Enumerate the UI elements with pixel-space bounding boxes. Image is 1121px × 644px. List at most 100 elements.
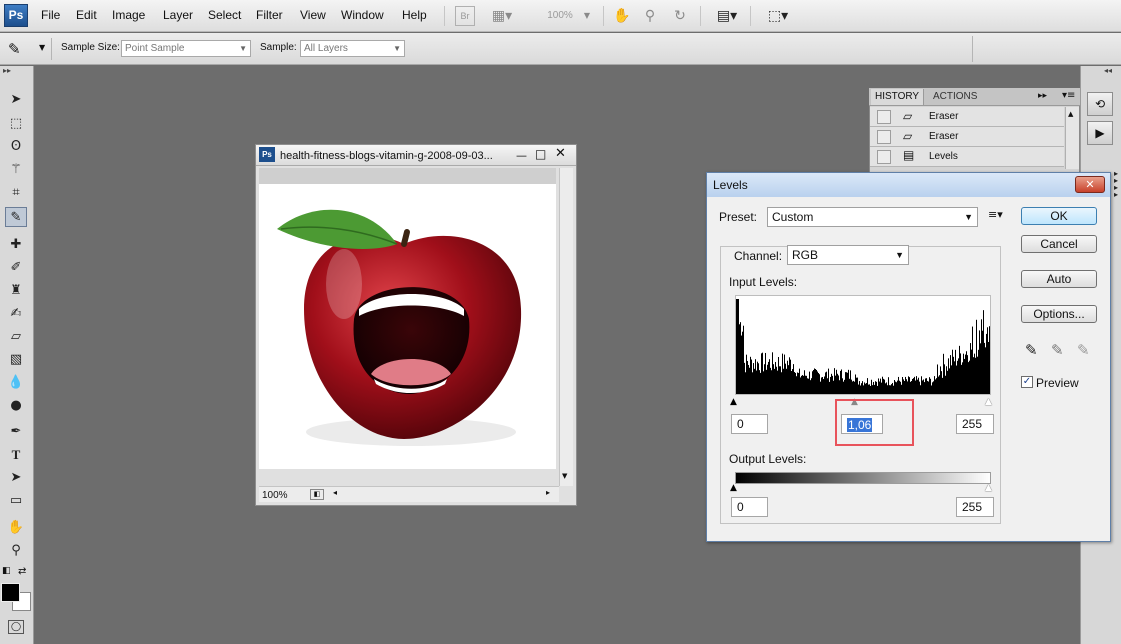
swap-colors-icon[interactable]: ⇄ [18, 566, 26, 577]
chevron-down-icon[interactable]: ▼ [582, 6, 592, 26]
options-button[interactable]: Options... [1021, 305, 1097, 323]
panel-collapse-icon[interactable]: ▸▸ [1038, 91, 1047, 101]
eyedropper-icon[interactable]: ✎ [8, 40, 21, 58]
blur-icon[interactable]: 💧 [5, 373, 27, 393]
output-white-slider[interactable]: ▲ [985, 484, 992, 493]
collapse-panel-icon[interactable]: ▸▸ [3, 66, 11, 75]
zoom-tool-icon[interactable]: ⚲ [640, 6, 660, 26]
preview-checkbox[interactable]: ✓ [1021, 376, 1033, 388]
history-snapshot-toggle[interactable] [877, 130, 891, 144]
output-white-field[interactable]: 255 [956, 497, 994, 517]
rotate-view-icon[interactable]: ↻ [670, 6, 690, 26]
hand-tool-icon[interactable]: ✋ [612, 6, 632, 26]
eraser-icon[interactable]: ▱ [5, 327, 27, 347]
arrange-documents-button[interactable]: ▤▾ [712, 6, 742, 26]
vertical-scrollbar[interactable] [559, 168, 573, 486]
dodge-icon[interactable]: ● [5, 396, 27, 416]
canvas-margin [259, 168, 556, 184]
auto-button[interactable]: Auto [1021, 270, 1097, 288]
hand-icon[interactable]: ✋ [5, 518, 27, 538]
maximize-icon[interactable]: □ [535, 147, 546, 161]
minimize-icon[interactable]: — [516, 149, 527, 162]
clone-stamp-icon[interactable]: ♜ [5, 281, 27, 301]
scroll-left-icon[interactable]: ◂ [333, 488, 337, 497]
default-colors-icon[interactable]: ◧ [2, 566, 11, 576]
history-item[interactable] [870, 107, 1064, 127]
brush-icon[interactable]: ✐ [5, 258, 27, 278]
eyedropper-icon[interactable]: ✎ [5, 207, 27, 227]
collapse-dock-icon[interactable]: ◂◂ [1104, 66, 1112, 75]
gradient-icon[interactable]: ▧ [5, 350, 27, 370]
status-info-icon[interactable]: ◧ [310, 489, 324, 500]
screen-mode-button[interactable]: ⬚▾ [760, 6, 796, 26]
lasso-icon[interactable]: ʘ [5, 137, 27, 157]
foreground-color-swatch[interactable] [1, 583, 20, 602]
history-panel-icon[interactable]: ⟲ [1087, 92, 1113, 116]
view-extras-button[interactable]: ▦▾ [488, 6, 516, 26]
marquee-icon[interactable]: ⬚ [5, 114, 27, 134]
history-brush-icon[interactable]: ✍ [5, 304, 27, 324]
white-eyedropper-icon[interactable]: ✎ [1077, 341, 1090, 359]
magic-wand-icon[interactable]: ⚚ [5, 160, 27, 180]
bridge-button[interactable]: Br [455, 6, 475, 26]
histogram-bar [774, 368, 775, 394]
histogram-bar [963, 353, 964, 394]
history-snapshot-toggle[interactable] [877, 150, 891, 164]
input-black-slider[interactable]: ▲ [730, 398, 737, 407]
histogram-bar [944, 364, 945, 394]
scroll-right-icon[interactable]: ▸ [546, 488, 550, 497]
black-eyedropper-icon[interactable]: ✎ [1025, 341, 1038, 359]
channel-select[interactable]: RGB ▼ [787, 245, 909, 265]
input-white-field[interactable]: 255 [956, 414, 994, 434]
tab-history[interactable]: HISTORY [871, 89, 925, 105]
crop-icon[interactable]: ⌗ [5, 183, 27, 203]
type-icon[interactable]: T [5, 445, 27, 465]
dock-arrows-icon: ▸ ▸ ▸ ▸ [1114, 169, 1119, 199]
levels-title-bar[interactable] [707, 173, 1110, 197]
close-icon[interactable]: ✕ [1075, 176, 1105, 193]
shape-icon[interactable]: ▭ [5, 491, 27, 511]
zoom-level-dropdown[interactable]: 100% [540, 6, 580, 26]
document-canvas[interactable] [259, 184, 556, 469]
actions-panel-icon[interactable]: ▶ [1087, 121, 1113, 145]
healing-brush-icon[interactable]: ✚ [5, 235, 27, 255]
input-white-slider[interactable]: ▲ [985, 398, 992, 407]
menu-edit[interactable]: Edit [76, 8, 97, 22]
move-icon[interactable]: ➤ [5, 90, 27, 110]
quick-mask-icon[interactable]: ◯ [8, 620, 24, 634]
pen-icon[interactable]: ✒ [5, 422, 27, 442]
histogram-bar [903, 379, 904, 394]
history-item[interactable] [870, 127, 1064, 147]
menu-layer[interactable]: Layer [163, 8, 193, 22]
scroll-up-icon[interactable]: ▲ [1068, 110, 1073, 118]
histogram-bar [820, 381, 821, 394]
preset-select[interactable]: Custom ▼ [767, 207, 978, 227]
history-snapshot-toggle[interactable] [877, 110, 891, 124]
close-icon[interactable]: ✕ [555, 146, 566, 161]
zoom-icon[interactable]: ⚲ [5, 541, 27, 561]
menu-window[interactable]: Window [341, 8, 384, 22]
output-black-slider[interactable]: ▲ [730, 484, 737, 493]
menu-help[interactable]: Help [402, 8, 427, 22]
path-selection-icon[interactable]: ➤ [5, 468, 27, 488]
menu-view[interactable]: View [300, 8, 326, 22]
output-black-field[interactable]: 0 [731, 497, 768, 517]
preset-options-icon[interactable]: ≡▾ [988, 208, 1003, 221]
input-black-field[interactable]: 0 [731, 414, 768, 434]
ok-button[interactable]: OK [1021, 207, 1097, 225]
menu-filter[interactable]: Filter [256, 8, 283, 22]
menu-image[interactable]: Image [112, 8, 145, 22]
document-zoom-level[interactable]: 100% [262, 490, 288, 501]
tab-actions[interactable]: ACTIONS [929, 89, 981, 105]
cancel-button[interactable]: Cancel [1021, 235, 1097, 253]
history-item[interactable] [870, 147, 1064, 167]
panel-menu-icon[interactable]: ▾≡ [1062, 90, 1075, 101]
scroll-down-icon[interactable]: ▼ [562, 472, 567, 480]
sample-size-select[interactable]: Point Sample ▼ [121, 40, 251, 57]
menu-select[interactable]: Select [208, 8, 241, 22]
menu-file[interactable]: File [41, 8, 60, 22]
histogram-bar [972, 326, 973, 394]
chevron-down-icon[interactable]: ▼ [39, 43, 45, 52]
gray-eyedropper-icon[interactable]: ✎ [1051, 341, 1064, 359]
sample-select[interactable]: All Layers ▼ [300, 40, 405, 57]
